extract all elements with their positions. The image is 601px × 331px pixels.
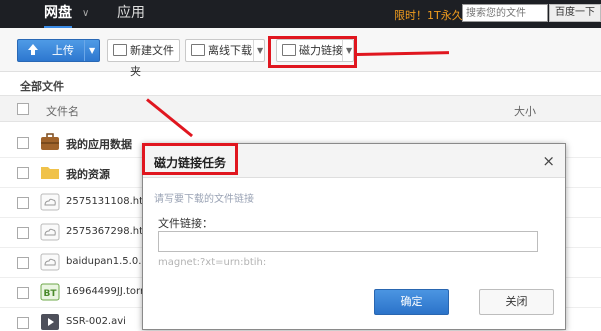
offline-download-button[interactable]: 离线下载 ▼: [185, 39, 265, 62]
chevron-down-icon[interactable]: ∨: [82, 8, 89, 19]
search-button[interactable]: 百度一下: [549, 4, 601, 22]
cloud-file-icon: [40, 223, 60, 241]
video-icon: [41, 314, 59, 330]
divider: [253, 40, 254, 61]
offline-download-label: 离线下载: [208, 44, 252, 57]
file-name[interactable]: SSR-002.avi: [66, 316, 126, 327]
upload-icon: [28, 44, 38, 55]
magnet-example-text: magnet:?xt=urn:btih:: [158, 257, 267, 268]
search-input[interactable]: [462, 4, 548, 22]
row-checkbox[interactable]: [17, 197, 29, 209]
row-checkbox[interactable]: [17, 227, 29, 239]
new-folder-button[interactable]: 新建文件夹: [107, 39, 180, 78]
folder-icon: [41, 167, 59, 179]
divider: [84, 40, 85, 61]
file-name[interactable]: 我的资源: [66, 166, 110, 182]
file-link-label: 文件链接：: [158, 217, 213, 230]
top-nav-bar: 网盘 ∨ 应用 限时！1T永久免费空间 百度一下: [0, 0, 601, 28]
file-name[interactable]: 我的应用数据: [66, 136, 132, 152]
chevron-down-icon[interactable]: ▼: [257, 40, 263, 61]
upload-button[interactable]: 上传 ▼: [17, 39, 100, 62]
annotation-box-dialog-title: [142, 143, 238, 175]
upload-label: 上传: [52, 44, 74, 57]
file-link-input[interactable]: [158, 231, 538, 252]
new-folder-icon: [113, 44, 127, 56]
chevron-down-icon[interactable]: ▼: [89, 40, 95, 61]
cloud-file-icon: [40, 193, 60, 211]
briefcase-icon: [41, 133, 59, 150]
column-header-name[interactable]: 文件名: [46, 103, 79, 119]
dialog-hint: 请写要下载的文件链接: [154, 194, 254, 205]
download-icon: [191, 44, 205, 56]
select-all-checkbox[interactable]: [17, 103, 29, 115]
file-list-header: 文件名 大小: [0, 95, 601, 122]
column-header-size[interactable]: 大小: [514, 103, 536, 119]
svg-text:BT: BT: [44, 289, 58, 299]
ok-button[interactable]: 确定: [374, 289, 449, 315]
bt-icon: BT: [40, 283, 60, 301]
close-button[interactable]: 关闭: [479, 289, 554, 315]
cloud-file-icon: [40, 253, 60, 271]
breadcrumb[interactable]: 全部文件: [20, 78, 64, 94]
row-checkbox[interactable]: [17, 287, 29, 299]
close-icon[interactable]: ×: [542, 152, 555, 170]
new-folder-label: 新建文件夹: [130, 44, 174, 78]
nav-yingyong[interactable]: 应用: [117, 0, 145, 28]
annotation-box-magnet-button: [268, 36, 357, 68]
row-checkbox[interactable]: [17, 167, 29, 179]
row-checkbox[interactable]: [17, 317, 29, 329]
row-checkbox[interactable]: [17, 137, 29, 149]
nav-wangpan[interactable]: 网盘: [44, 0, 72, 28]
row-checkbox[interactable]: [17, 257, 29, 269]
